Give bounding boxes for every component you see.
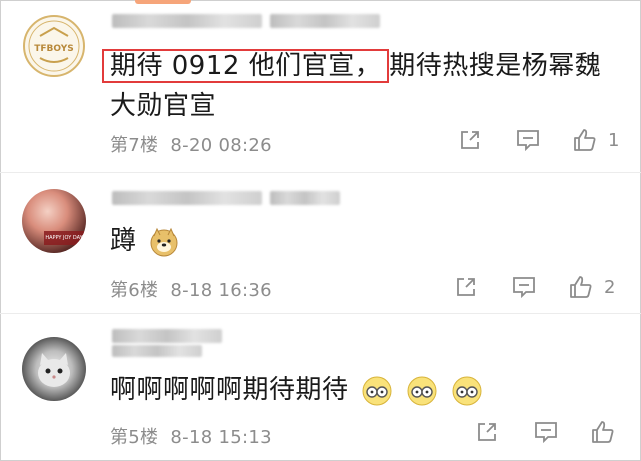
username-blurred[interactable] (112, 329, 222, 343)
tfboys-badge-icon: TFBOYS (23, 15, 85, 77)
reply-button[interactable] (515, 127, 541, 153)
comment-text-body: 啊啊啊啊啊期待期待 (110, 375, 349, 405)
comment-item: TFBOYS 期待 0912 他们官宣， 期待热搜是杨幂魏大勋官宣 第7楼 8-2… (0, 0, 641, 175)
share-icon (461, 131, 479, 149)
reply-button[interactable] (533, 419, 559, 445)
comment-text: 蹲 (110, 221, 625, 261)
share-button[interactable] (457, 127, 483, 153)
username-blurred (270, 191, 340, 205)
svg-text:HAPPY JOY DAY: HAPPY JOY DAY (45, 235, 83, 241)
share-button[interactable] (453, 274, 479, 300)
comment-time: 8-18 15:13 (170, 427, 272, 448)
eyeglasses-face-emoji-icon (452, 376, 482, 405)
svg-text:TFBOYS: TFBOYS (34, 44, 73, 54)
like-button[interactable]: 2 (568, 274, 615, 300)
avatar[interactable]: TFBOYS (22, 14, 86, 78)
floor-number: 第7楼 (110, 135, 159, 156)
comment-meta: 第7楼 8-20 08:26 (110, 131, 272, 157)
comment-icon (517, 130, 539, 152)
comment-text-body: 蹲 (110, 226, 137, 256)
username-blurred (270, 14, 380, 28)
comment-meta: 第6楼 8-18 16:36 (110, 276, 272, 302)
comment-item: HAPPY JOY DAY 蹲 第6楼 8-18 16:36 2 (0, 175, 641, 315)
like-count: 1 (608, 129, 620, 151)
thumbs-up-icon (592, 421, 614, 443)
avatar-photo: HAPPY JOY DAY (44, 231, 84, 245)
cat-avatar-photo (38, 353, 70, 387)
floor-number: 第5楼 (110, 427, 159, 448)
comment-icon (513, 277, 535, 299)
like-button[interactable]: 1 (572, 127, 619, 153)
username-blurred[interactable] (112, 191, 262, 205)
share-icon (478, 423, 496, 441)
avatar[interactable] (22, 337, 86, 401)
avatar[interactable]: HAPPY JOY DAY (22, 189, 86, 253)
highlighted-text: 期待 0912 他们官宣， (102, 49, 390, 83)
divider (0, 313, 641, 314)
comment-text: 啊啊啊啊啊期待期待 (110, 370, 625, 410)
comment-time: 8-20 08:26 (170, 135, 272, 156)
eyeglasses-face-emoji-icon (407, 376, 437, 405)
floor-number: 第6楼 (110, 280, 159, 301)
reply-button[interactable] (511, 274, 537, 300)
eyeglasses-face-emoji-icon (362, 376, 392, 405)
username-blurred (112, 345, 202, 357)
thumbs-up-icon (570, 276, 592, 298)
comment-item: 啊啊啊啊啊期待期待 第5楼 8-18 15:13 (0, 315, 641, 461)
doge-emoji-icon (150, 227, 178, 256)
divider (0, 172, 641, 173)
like-button[interactable] (590, 419, 622, 445)
comment-icon (535, 422, 557, 444)
share-button[interactable] (474, 419, 500, 445)
thumbs-up-icon (574, 129, 596, 151)
like-count: 2 (604, 276, 616, 298)
comment-meta: 第5楼 8-18 15:13 (110, 423, 272, 449)
username-blurred[interactable] (112, 14, 262, 28)
comment-text: 期待 0912 他们官宣， 期待热搜是杨幂魏大勋官宣 (102, 46, 625, 126)
comment-time: 8-18 16:36 (170, 280, 272, 301)
share-icon (457, 278, 475, 296)
